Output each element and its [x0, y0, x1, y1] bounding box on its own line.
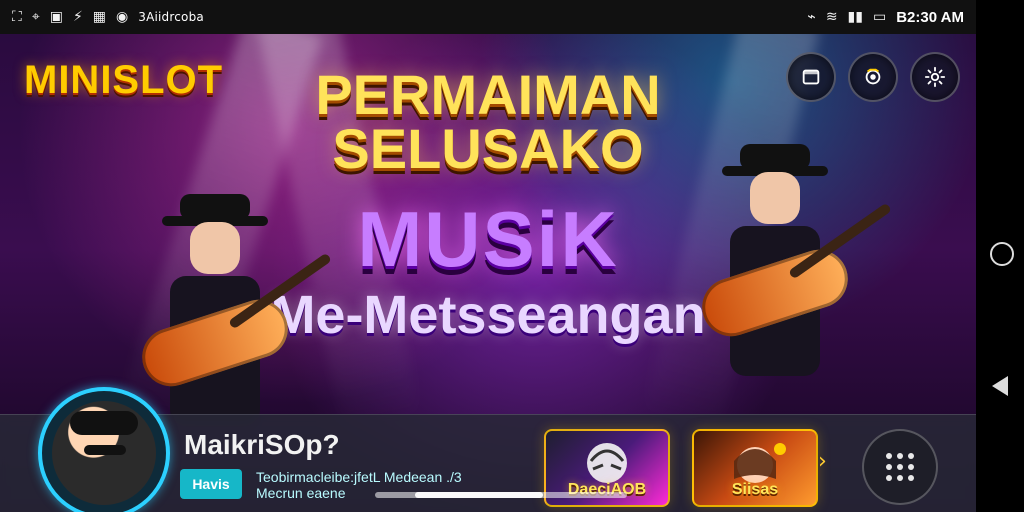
grid-dot — [885, 463, 892, 470]
grid-dot — [896, 475, 903, 482]
face — [190, 222, 240, 274]
status-time: B2:30 AM — [896, 8, 964, 26]
hat — [162, 194, 268, 226]
status-bar: ⛶ ⌖ ▣ ⚡ ▦ ◉ 3Aiidrcoba ⌁ ≋ ▮▮ ▭ B2:30 AM — [0, 0, 976, 34]
chevron-right-icon[interactable]: › — [818, 449, 827, 474]
home-button[interactable] — [990, 242, 1014, 266]
message-icon: ◉ — [116, 9, 129, 25]
home-indicator[interactable] — [375, 492, 627, 498]
back-button[interactable] — [992, 376, 1008, 396]
grid-dot — [896, 463, 903, 470]
grid-dot — [885, 452, 892, 459]
profile-description-line-1: Teobirmacleibe:jfetL Medeean ./3 — [256, 469, 462, 485]
profile-chip[interactable]: Havis — [180, 469, 242, 499]
image-icon: ▣ — [49, 9, 63, 25]
game-banner: MINISLOT PERMAIMAN SELUSAKO MUSiK Me-Met… — [0, 34, 976, 512]
profile-name: MaikriSOp? — [184, 429, 340, 460]
qr-icon: ▦ — [92, 9, 107, 25]
face — [750, 172, 800, 224]
carrier-name: 3Aiidrcoba — [138, 10, 204, 24]
battery-icon: ▭ — [872, 9, 887, 25]
game-title: Siisas — [731, 481, 779, 498]
nfc-icon: ⌁ — [807, 9, 816, 25]
bolt-icon: ⚡ — [72, 9, 83, 25]
grid-dot — [896, 452, 903, 459]
wifi-icon: ≋ — [825, 9, 838, 25]
grid-dot — [908, 452, 915, 459]
system-navbar — [976, 0, 1024, 512]
hat — [722, 144, 828, 176]
guitarist-right — [690, 144, 893, 424]
profile-avatar[interactable] — [38, 387, 170, 512]
status-right: ⌁ ≋ ▮▮ ▭ B2:30 AM — [807, 9, 964, 26]
status-left: ⛶ ⌖ ▣ ⚡ ▦ ◉ 3Aiidrcoba — [12, 9, 204, 25]
location-icon: ⌖ — [31, 9, 40, 25]
game-thumbnail[interactable]: Siisas — [692, 429, 818, 507]
cast-icon: ⛶ — [12, 9, 22, 25]
grid-dot — [908, 475, 915, 482]
signal-icon: ▮▮ — [847, 9, 863, 25]
avatar — [52, 401, 156, 505]
grid-dot — [908, 463, 915, 470]
grid-dot — [885, 475, 892, 482]
apps-button[interactable] — [862, 429, 938, 505]
grid-icon — [885, 452, 915, 482]
